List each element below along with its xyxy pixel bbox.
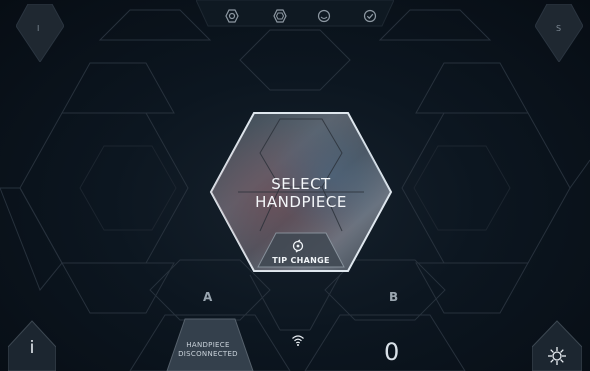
slot-a-status-line2: DISCONNECTED <box>178 350 238 358</box>
hex-outline-icon <box>273 9 287 23</box>
tip-change-icon[interactable] <box>291 239 305 253</box>
top-right-corner-label: S <box>556 24 562 33</box>
circle-drop-icon <box>317 9 331 23</box>
tip-change-label[interactable]: TIP CHANGE <box>254 256 348 265</box>
info-icon[interactable]: i <box>8 338 56 358</box>
slot-b-label: B <box>389 290 399 304</box>
main-prompt-title: SELECT HANDPIECE <box>208 175 394 211</box>
settings-button[interactable] <box>532 319 582 371</box>
main-prompt-line1: SELECT <box>271 175 331 193</box>
check-circle-icon <box>363 9 377 23</box>
slot-a-status: HANDPIECE DISCONNECTED <box>168 341 248 359</box>
top-right-corner-tab[interactable] <box>535 4 583 62</box>
top-left-corner-label: I <box>37 24 40 33</box>
main-prompt-line2: HANDPIECE <box>255 193 347 211</box>
status-bar <box>196 0 394 30</box>
hex-ring-icon <box>225 9 239 23</box>
wifi-icon <box>292 335 304 346</box>
slot-b-value: 0 <box>384 338 400 366</box>
slot-a-status-line1: HANDPIECE <box>186 341 230 349</box>
slot-a-label: A <box>203 290 213 304</box>
top-left-corner-tab[interactable] <box>16 4 64 62</box>
